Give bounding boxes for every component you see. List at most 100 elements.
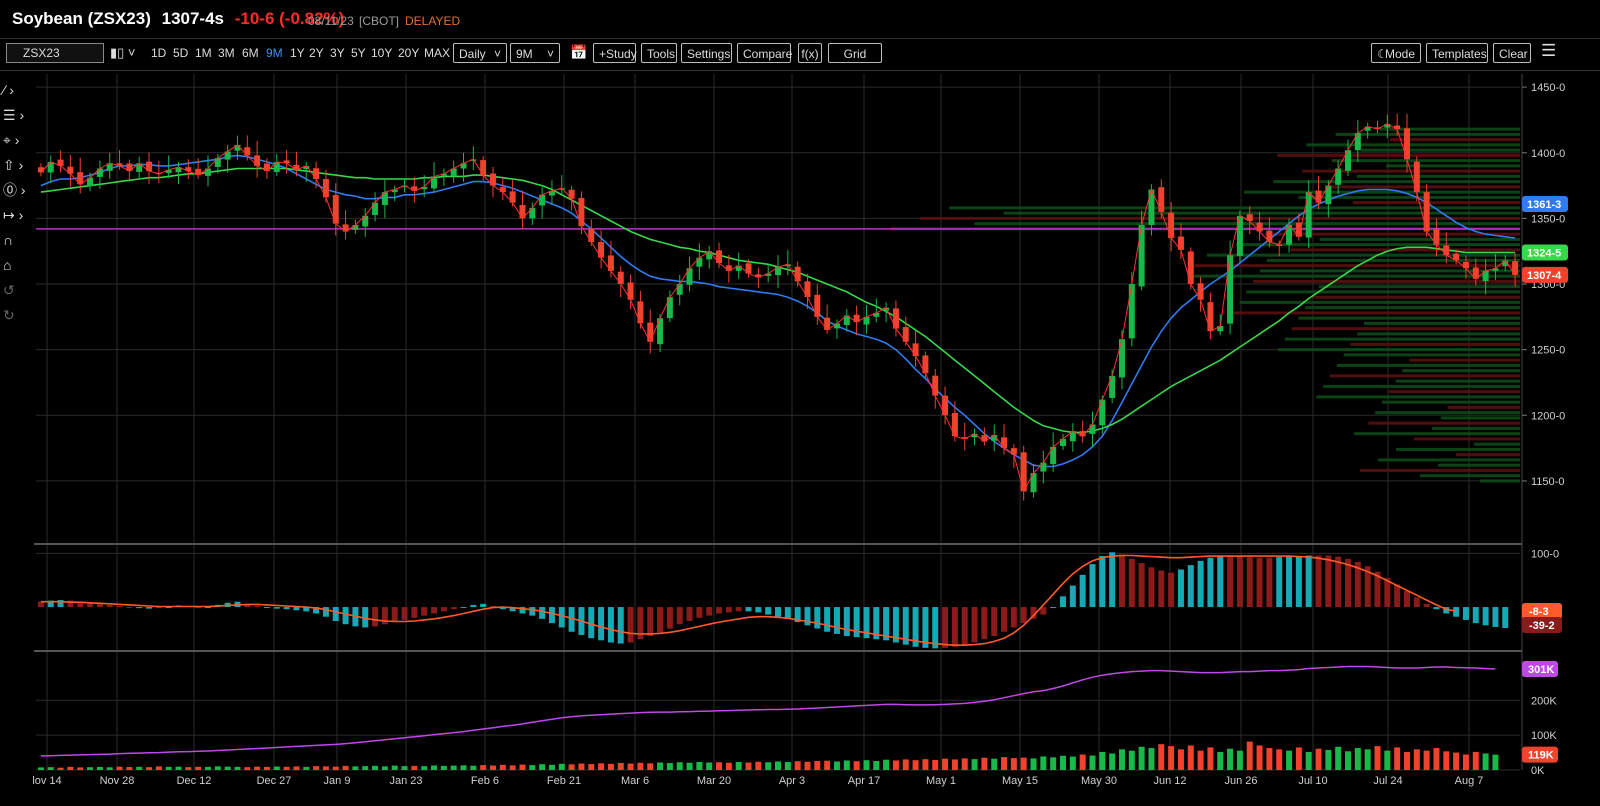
volume-profile-bar [1323,384,1520,388]
macd-bar [254,605,261,608]
volume-profile-bar [1409,358,1520,362]
volume-bar [1128,750,1135,770]
volume-bar [499,764,506,770]
macd-bar [1069,585,1076,608]
macd-bar [421,607,428,616]
macd-bar [607,607,614,643]
volume-bar [1060,755,1067,770]
volume-profile-bar [1414,437,1520,441]
volume-bar [116,766,123,770]
volume-profile-bar [1432,426,1520,430]
volume-profile-bar [1298,316,1520,320]
volume-bar [283,766,290,770]
macd-bar [588,607,595,639]
volume-bar [1118,749,1125,770]
volume-profile-bar [1318,285,1520,289]
macd-bar [146,607,153,609]
x-tick-label: Aug 7 [1455,775,1484,787]
volume-bar [617,762,624,770]
macd-bar [1128,558,1135,608]
candle [214,158,221,167]
current-price-label: 1361-3 [1527,199,1561,211]
volume-bar [1010,758,1017,770]
macd-bar [1060,596,1067,608]
candle [942,395,949,416]
x-tick-label: Jan 23 [389,775,422,787]
volume-bar [539,764,546,770]
candle [1040,462,1047,472]
macd-bar [657,607,664,633]
volume-bar [57,767,64,770]
volume-profile-bar [1336,363,1520,367]
volume-profile-bar [1364,321,1520,325]
volume-profile-bar [1343,353,1520,357]
volume-bar [1276,749,1283,770]
volume-bar [1325,749,1332,770]
macd-bar [96,603,103,608]
chart-canvas[interactable]: lov 14 Nov 28 Dec 12 Dec 27 Jan 9 Jan 23 Feb 6… [0,0,1600,806]
volume-bar [1256,745,1263,770]
volume-bar [450,765,457,770]
volume-bar [843,760,850,770]
macd-bar [1020,607,1027,624]
y-tick-label: 1450-0 [1531,82,1565,94]
volume-bar [666,763,673,770]
macd-bar [696,607,703,618]
volume-bar [313,766,320,770]
y-tick-label: 1400-0 [1531,148,1565,160]
volume-profile-bar [1239,300,1520,304]
open-interest-line [40,665,1496,757]
macd-bar [558,607,565,628]
macd-bar [391,607,398,623]
volume-profile-bar [1378,458,1520,462]
volume-bar [47,767,54,770]
macd-bar [951,607,958,647]
volume-profile-bar [1291,327,1520,331]
macd-bar [1050,607,1057,609]
candle [1423,192,1430,232]
candle [1138,224,1145,287]
volume-profile-bar [1327,185,1520,189]
macd-bar [283,607,290,610]
macd-bar [1168,572,1175,608]
macd-bar [765,607,772,615]
volume-bar [1315,748,1322,770]
macd-bar [106,604,113,608]
volume-bar [401,766,408,770]
candle [568,189,575,199]
volume-profile-bar [1380,127,1520,131]
volume-profile-bar [1375,411,1520,415]
macd-bar [617,607,624,644]
macd-bar [529,607,536,616]
volume-bar [804,761,811,770]
candle [1118,339,1125,378]
macd-bar [932,607,939,649]
candle [617,271,624,285]
volume-profile-bar [1246,290,1520,294]
volume-bar [411,765,418,770]
volume-profile-bar [1206,253,1520,257]
volume-bar [1364,749,1371,770]
candle [352,224,359,230]
volume-bar [87,767,94,770]
macd-bar [824,607,831,632]
volume-bar [1158,744,1165,770]
volume-bar [1374,746,1381,770]
volume-bar [1138,746,1145,770]
macd-bar [1403,590,1410,608]
volume-profile-bar [1316,395,1520,399]
candle [1403,128,1410,160]
volume-bar [863,760,870,770]
candle [1227,255,1234,324]
volume-bar [627,763,634,770]
volume-bar [784,761,791,770]
candle [794,266,801,282]
volume-bar [814,760,821,770]
volume-bar [892,760,899,770]
volume-bar [372,765,379,770]
volume-bar [912,760,919,770]
macd-bar [716,607,723,614]
volume-bar [1001,757,1008,770]
candle [1089,424,1096,434]
ma_fast-line [40,154,1516,468]
